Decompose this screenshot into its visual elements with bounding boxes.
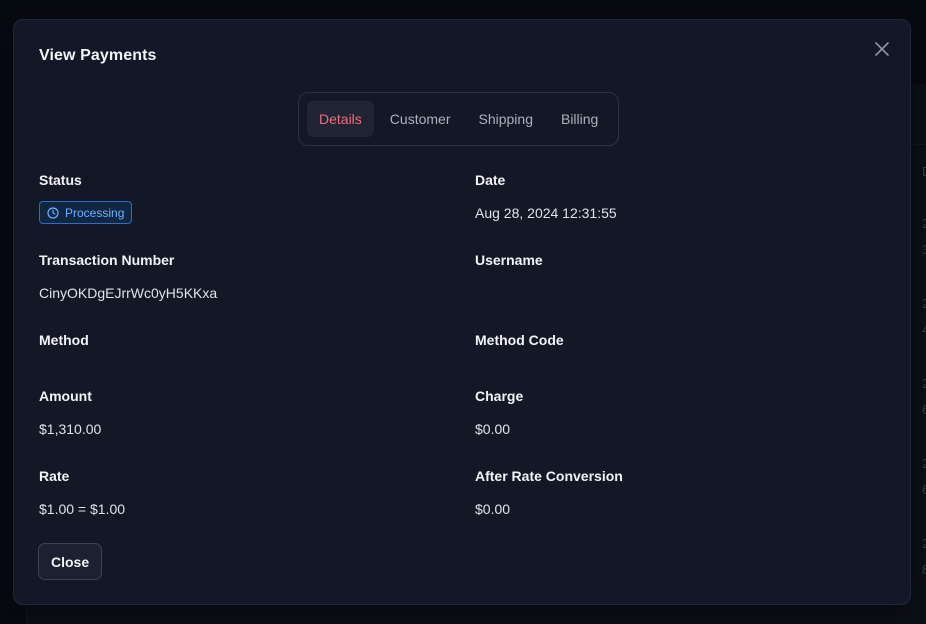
method-label: Method: [39, 332, 89, 348]
modal-title: View Payments: [39, 47, 157, 65]
rate-value: $1.00 = $1.00: [39, 501, 125, 517]
rate-field: Rate $1.00 = $1.00: [39, 468, 125, 517]
method-code-label: Method Code: [475, 332, 564, 348]
username-field: Username: [475, 252, 543, 285]
table-cell: 4: [922, 322, 926, 337]
clock-icon: [47, 207, 59, 219]
amount-label: Amount: [39, 388, 101, 404]
after-rate-conversion-value: $0.00: [475, 501, 623, 517]
status-badge: Processing: [39, 201, 132, 224]
tab-bar: Details Customer Shipping Billing: [298, 92, 619, 146]
date-label: Date: [475, 172, 617, 188]
table-cell: 8: [922, 562, 926, 577]
tab-details[interactable]: Details: [307, 101, 374, 137]
date-field: Date Aug 28, 2024 12:31:55: [475, 172, 617, 221]
amount-value: $1,310.00: [39, 421, 101, 437]
close-button[interactable]: Close: [38, 543, 102, 580]
charge-label: Charge: [475, 388, 523, 404]
charge-field: Charge $0.00: [475, 388, 523, 437]
table-header-cell: D: [922, 164, 926, 179]
charge-value: $0.00: [475, 421, 523, 437]
table-cell: 2: [922, 376, 926, 391]
table-cell: 6: [922, 402, 926, 417]
transaction-number-value: CinyOKDgEJrrWc0yH5KKxa: [39, 285, 217, 301]
method-code-field: Method Code: [475, 332, 564, 365]
table-cell: 6: [922, 482, 926, 497]
close-icon[interactable]: [872, 39, 892, 59]
table-cell: 2: [922, 536, 926, 551]
status-badge-text: Processing: [65, 206, 124, 220]
method-field: Method: [39, 332, 89, 365]
after-rate-conversion-field: After Rate Conversion $0.00: [475, 468, 623, 517]
status-label: Status: [39, 172, 132, 188]
amount-field: Amount $1,310.00: [39, 388, 101, 437]
table-cell: 3: [922, 242, 926, 257]
tab-shipping[interactable]: Shipping: [466, 101, 545, 137]
tab-billing[interactable]: Billing: [549, 101, 610, 137]
date-value: Aug 28, 2024 12:31:55: [475, 205, 617, 221]
transaction-number-field: Transaction Number CinyOKDgEJrrWc0yH5KKx…: [39, 252, 217, 301]
table-cell: 2: [922, 456, 926, 471]
tab-customer[interactable]: Customer: [378, 101, 463, 137]
after-rate-conversion-label: After Rate Conversion: [475, 468, 623, 484]
rate-label: Rate: [39, 468, 125, 484]
table-cell: 2: [922, 216, 926, 231]
status-field: Status Processing: [39, 172, 132, 224]
username-label: Username: [475, 252, 543, 268]
view-payments-modal: View Payments Details Customer Shipping …: [13, 19, 911, 605]
table-cell: 2: [922, 296, 926, 311]
transaction-number-label: Transaction Number: [39, 252, 217, 268]
